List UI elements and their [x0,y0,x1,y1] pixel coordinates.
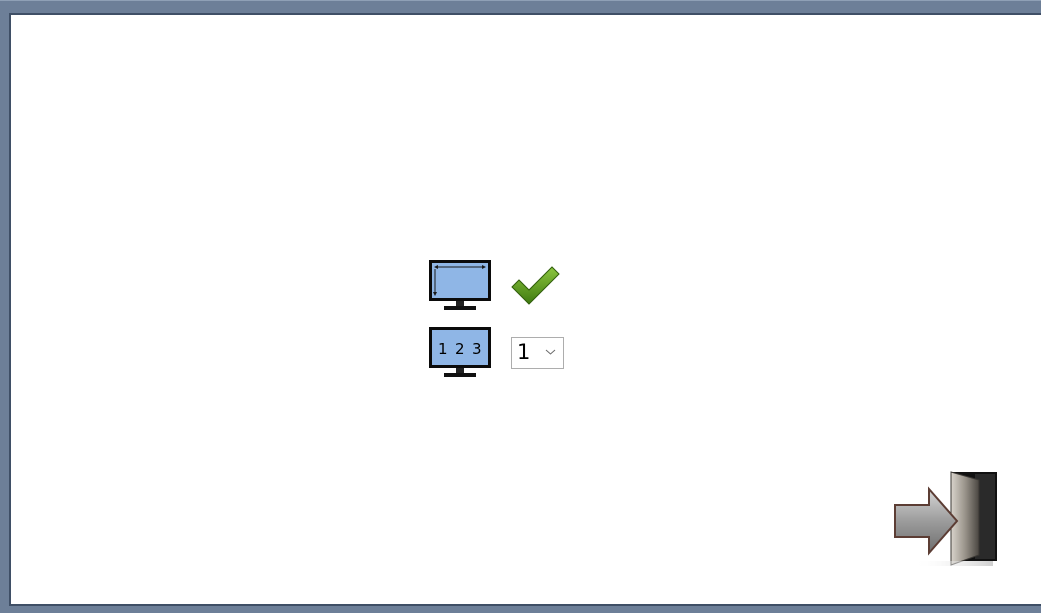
monitor-digit-1: 1 [438,340,448,358]
monitor-select[interactable]: 1 [511,336,564,369]
monitor-digit-2: 2 [455,340,465,358]
monitor-fullscreen-icon[interactable] [417,258,495,313]
exit-button[interactable] [893,471,999,567]
monitor-select-value: 1 [517,339,531,364]
exit-door-icon [894,471,997,566]
monitor-select-row: 1 2 3 1 [417,325,564,380]
fullscreen-row [417,258,560,313]
checkmark-icon [511,266,560,305]
monitor-numbers-icon: 1 2 3 [429,327,491,377]
chevron-down-icon [545,349,556,355]
monitor-digit-3: 3 [472,340,482,358]
